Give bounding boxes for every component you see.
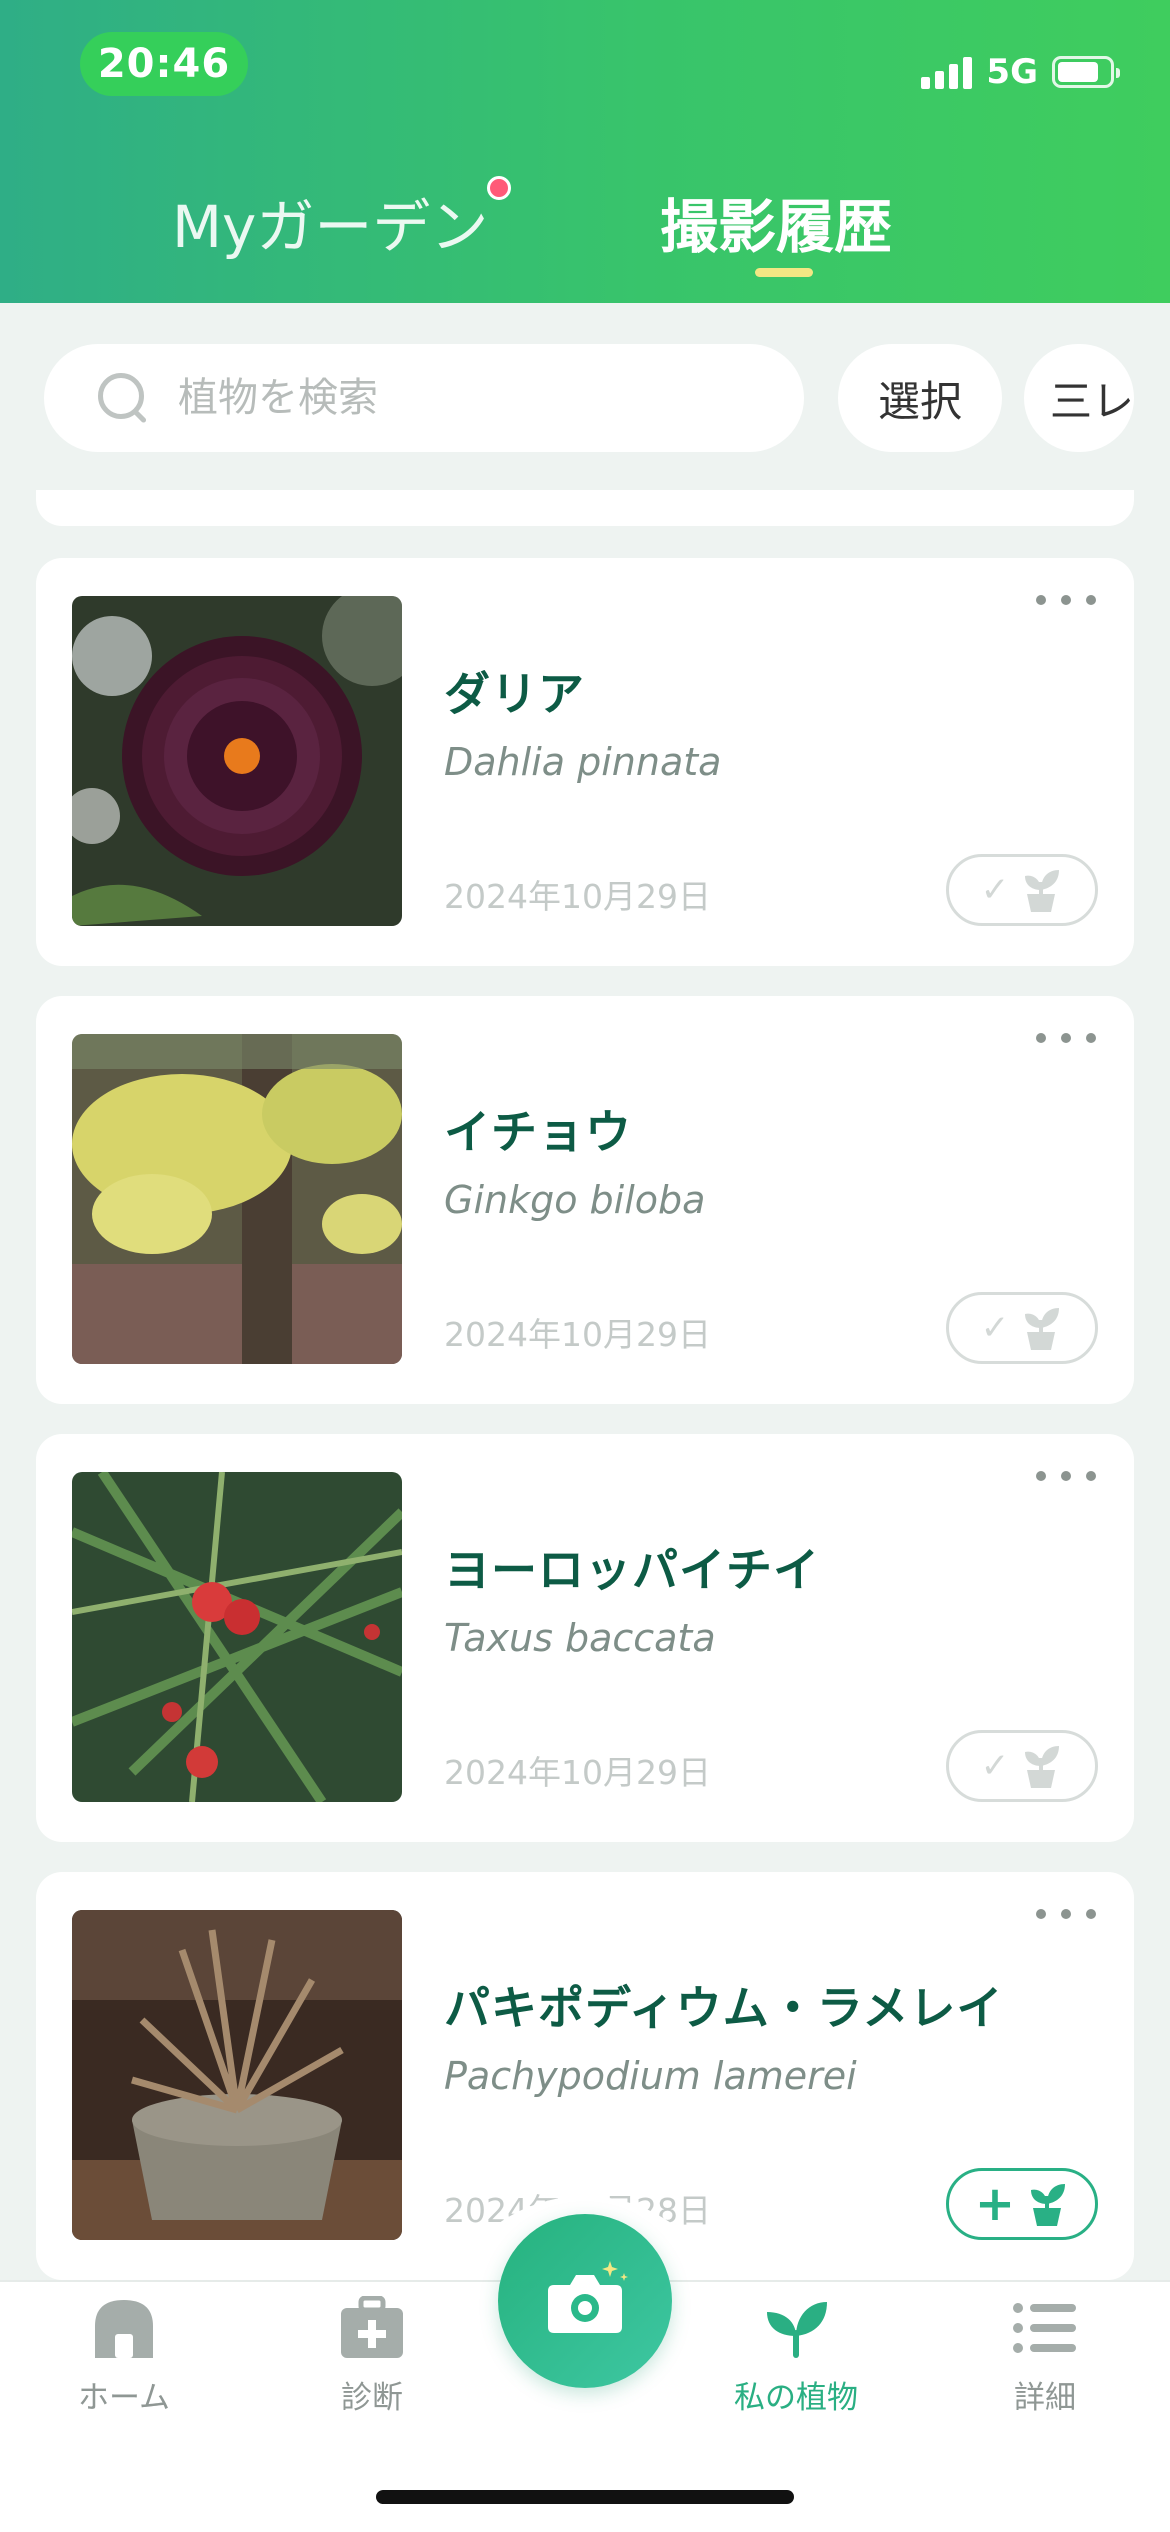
list-icon [1013,2303,1076,2353]
nav-item-home[interactable]: ホーム [34,2296,214,2417]
nav-item-my-plants[interactable]: 私の植物 [706,2296,886,2417]
search-input[interactable] [178,375,738,421]
status-indicators: 5G [921,50,1120,94]
tab-capture-history[interactable]: 撮影履歴 [660,180,892,261]
check-icon: ✓ [980,1308,1010,1348]
capture-date: 2024年10月29日 [444,877,711,916]
battery-icon [1052,56,1120,88]
plant-name: ダリア [444,667,585,721]
camera-button[interactable] [498,2214,672,2388]
potted-plant-icon [1025,1308,1060,1350]
nav-item-details[interactable]: 詳細 [955,2296,1135,2417]
scientific-name: Pachypodium lamerei [444,2054,857,2098]
sprout-icon [767,2302,827,2358]
plant-photo [72,1472,402,1802]
plant-name: ヨーロッパイチイ [444,1543,820,1597]
status-time: 20:46 [80,32,248,96]
capture-date: 2024年10月29日 [444,1753,711,1792]
plant-photo [72,596,402,926]
nav-label: 私の植物 [734,2380,858,2416]
list-item[interactable]: ヨーロッパイチイ Taxus baccata 2024年10月29日 ✓ [36,1434,1134,1842]
header: 20:46 5G Myガーデン 撮影履歴 [0,0,1170,303]
scientific-name: Ginkgo biloba [444,1178,706,1222]
potted-plant-icon [1031,2184,1066,2226]
tab-my-garden[interactable]: Myガーデン [172,180,488,261]
nav-label: 詳細 [1014,2380,1076,2416]
plant-photo [72,1034,402,1364]
more-options-icon[interactable] [1036,1464,1096,1488]
add-to-garden-button[interactable]: + [946,2168,1098,2240]
search-bar[interactable] [44,344,804,452]
list-item[interactable]: ダリア Dahlia pinnata 2024年10月29日 ✓ [36,558,1134,966]
plus-icon: + [974,2176,1016,2232]
sort-button[interactable]: 三レ [1024,344,1134,452]
added-to-garden-button[interactable]: ✓ [946,1730,1098,1802]
nav-label: 診断 [341,2380,403,2416]
more-options-icon[interactable] [1036,1902,1096,1926]
added-to-garden-button[interactable]: ✓ [946,1292,1098,1364]
network-label: 5G [986,52,1038,92]
nav-label: ホーム [77,2380,171,2416]
home-icon [95,2300,153,2358]
scientific-name: Dahlia pinnata [444,740,722,784]
capture-date: 2024年10月29日 [444,1315,711,1354]
home-indicator [376,2490,794,2504]
list-item[interactable]: イチョウ Ginkgo biloba 2024年10月29日 ✓ [36,996,1134,1404]
notification-badge [487,176,511,200]
more-options-icon[interactable] [1036,1026,1096,1050]
plant-photo [72,1910,402,2240]
list-item-partial [36,490,1134,526]
more-options-icon[interactable] [1036,588,1096,612]
potted-plant-icon [1025,1746,1060,1788]
camera-icon [548,2261,628,2333]
select-button[interactable]: 選択 [838,344,1002,452]
active-tab-indicator [755,268,813,277]
added-to-garden-button[interactable]: ✓ [946,854,1098,926]
search-icon [96,371,150,425]
signal-icon [921,55,973,89]
plant-name: パキポディウム・ラメレイ [444,1981,1004,2035]
medical-kit-icon [341,2295,403,2358]
check-icon: ✓ [980,870,1010,910]
plant-name: イチョウ [444,1105,632,1159]
check-icon: ✓ [980,1746,1010,1786]
potted-plant-icon [1025,870,1060,912]
nav-item-diagnosis[interactable]: 診断 [282,2295,462,2417]
scientific-name: Taxus baccata [444,1616,716,1660]
